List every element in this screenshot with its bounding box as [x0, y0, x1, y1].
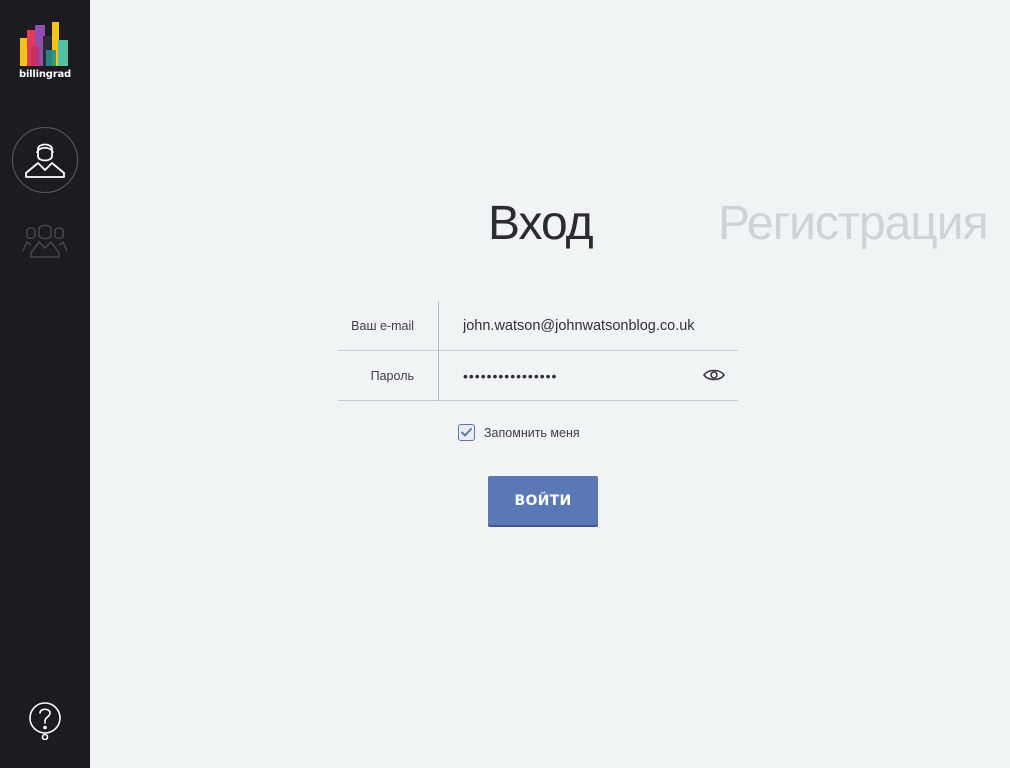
sidebar: billingrad: [0, 0, 90, 768]
email-row: Ваш e-mail: [338, 301, 738, 351]
sidebar-item-team[interactable]: [20, 218, 70, 264]
show-password-toggle[interactable]: [702, 366, 726, 384]
tab-login[interactable]: Вход: [488, 196, 594, 251]
eye-icon: [703, 369, 725, 381]
login-button[interactable]: ВОЙТИ: [488, 476, 598, 525]
logo-text: billingrad: [19, 69, 71, 80]
checkmark-icon: [461, 428, 472, 437]
user-icon: [25, 143, 65, 178]
billingrad-logo[interactable]: billingrad: [18, 20, 72, 84]
group-icon: [22, 224, 68, 258]
email-label: Ваш e-mail: [351, 319, 414, 333]
password-label: Пароль: [370, 369, 414, 383]
login-form: Ваш e-mail Пароль: [338, 301, 738, 401]
help-icon: [29, 702, 61, 740]
remember-me-label: Запомнить меня: [484, 425, 580, 440]
help-button[interactable]: [25, 698, 65, 742]
field-divider: [438, 351, 439, 401]
password-field[interactable]: [450, 351, 700, 401]
field-divider: [438, 301, 439, 351]
tab-register[interactable]: Регистрация: [718, 196, 989, 251]
email-field[interactable]: [450, 301, 700, 351]
logo-mark-icon: [20, 22, 68, 66]
password-row: Пароль: [338, 351, 738, 401]
checkbox-box[interactable]: [458, 424, 475, 441]
sidebar-item-profile[interactable]: [12, 127, 78, 193]
remember-me-checkbox[interactable]: Запомнить меня: [458, 424, 580, 441]
